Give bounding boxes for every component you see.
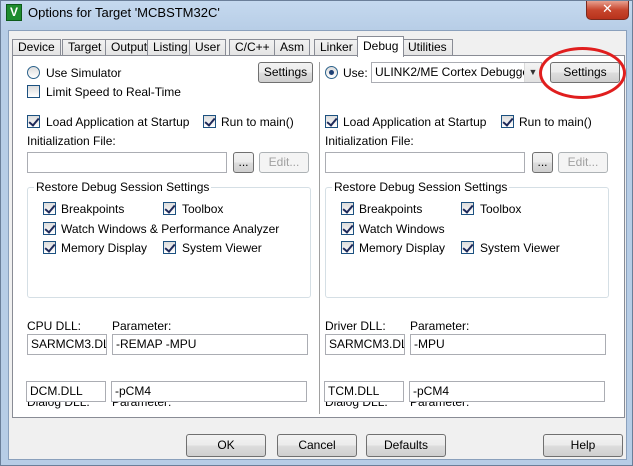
left-watch-label: Watch Windows & Performance Analyzer <box>61 222 280 236</box>
driver-dll-label: Driver DLL: <box>325 319 386 333</box>
column-divider <box>319 62 321 414</box>
chevron-down-icon[interactable]: ▼ <box>524 63 541 82</box>
right-dialog-param-input[interactable]: -pCM4 <box>409 381 605 402</box>
left-load-app-label: Load Application at Startup <box>46 115 190 129</box>
right-dialog-dll-input[interactable]: TCM.DLL <box>324 381 404 402</box>
left-load-app-checkbox[interactable] <box>27 115 40 128</box>
use-debugger-label: Use: <box>343 66 368 80</box>
tab-listing[interactable]: Listing <box>147 39 194 56</box>
left-dialog-dll-input[interactable]: DCM.DLL <box>26 381 106 402</box>
tab-output[interactable]: Output <box>105 39 154 56</box>
help-button[interactable]: Help <box>543 434 623 457</box>
cpu-param-label: Parameter: <box>112 319 172 333</box>
options-dialog: V Options for Target 'MCBSTM32C' ✕ Devic… <box>0 0 633 466</box>
use-text: Use: <box>343 66 368 80</box>
right-edit-button[interactable]: Edit... <box>558 152 608 173</box>
use-simulator-radio[interactable] <box>27 66 40 79</box>
left-memory-checkbox[interactable] <box>43 241 56 254</box>
left-toolbox-checkbox[interactable] <box>163 202 176 215</box>
right-toolbox-checkbox[interactable] <box>461 202 474 215</box>
dialog-client: Device Target Output Listing User C/C++ … <box>8 30 627 460</box>
left-system-viewer-checkbox[interactable] <box>163 241 176 254</box>
debugger-settings-button[interactable]: Settings <box>550 62 620 83</box>
left-breakpoints-label: Breakpoints <box>61 202 125 216</box>
tab-linker[interactable]: Linker <box>314 39 359 56</box>
right-init-file-input[interactable] <box>325 152 525 173</box>
right-system-viewer-checkbox[interactable] <box>461 241 474 254</box>
uvision-app-icon: V <box>6 4 22 21</box>
cpu-param-input[interactable]: -REMAP -MPU <box>112 334 308 355</box>
tab-device[interactable]: Device <box>12 39 61 56</box>
left-run-to-main-label: Run to main() <box>221 115 294 129</box>
tab-c-cpp[interactable]: C/C++ <box>229 39 276 56</box>
use-simulator-text: Use Simulator <box>46 66 122 80</box>
left-dialog-param-input[interactable]: -pCM4 <box>111 381 307 402</box>
right-system-viewer-label: System Viewer <box>480 241 560 255</box>
right-run-to-main-label: Run to main() <box>519 115 592 129</box>
left-init-file-input[interactable] <box>27 152 227 173</box>
right-init-file-label: Initialization File: <box>325 134 414 148</box>
right-watch-checkbox[interactable] <box>341 222 354 235</box>
right-run-to-main-checkbox[interactable] <box>501 115 514 128</box>
tab-target[interactable]: Target <box>62 39 108 56</box>
right-breakpoints-checkbox[interactable] <box>341 202 354 215</box>
close-button[interactable]: ✕ <box>586 1 629 20</box>
left-edit-button[interactable]: Edit... <box>259 152 309 173</box>
debug-tab-page: Use Simulator Settings Limit Speed to Re… <box>12 55 625 418</box>
ok-button[interactable]: OK <box>186 434 266 457</box>
tab-asm[interactable]: Asm <box>274 39 310 56</box>
right-toolbox-label: Toolbox <box>480 202 522 216</box>
right-memory-checkbox[interactable] <box>341 241 354 254</box>
tab-strip: Device Target Output Listing User C/C++ … <box>9 31 626 57</box>
tab-user[interactable]: User <box>189 39 227 56</box>
driver-dll-input[interactable]: SARMCM3.DLL <box>325 334 405 355</box>
limit-speed-label: Limit Speed to Real-Time <box>46 85 181 99</box>
use-simulator-label: Use Simulator <box>46 66 121 80</box>
right-load-app-checkbox[interactable] <box>325 115 338 128</box>
debugger-select[interactable]: ULINK2/ME Cortex Debugger ▼ <box>371 62 542 83</box>
tab-debug[interactable]: Debug <box>357 36 405 57</box>
left-memory-label: Memory Display <box>61 241 148 255</box>
cancel-button[interactable]: Cancel <box>277 434 357 457</box>
right-restore-group-title: Restore Debug Session Settings <box>332 180 510 194</box>
defaults-button[interactable]: Defaults <box>366 434 446 457</box>
left-watch-checkbox[interactable] <box>43 222 56 235</box>
right-breakpoints-label: Breakpoints <box>359 202 423 216</box>
tab-utilities[interactable]: Utilities <box>402 39 453 56</box>
title-bar[interactable]: V Options for Target 'MCBSTM32C' ✕ <box>1 1 632 25</box>
left-run-to-main-checkbox[interactable] <box>203 115 216 128</box>
left-toolbox-label: Toolbox <box>182 202 224 216</box>
window-title: Options for Target 'MCBSTM32C' <box>28 5 220 20</box>
right-load-app-label: Load Application at Startup <box>343 115 487 129</box>
left-init-file-label: Initialization File: <box>27 134 116 148</box>
left-system-viewer-label: System Viewer <box>182 241 262 255</box>
left-browse-button[interactable]: ... <box>233 152 254 173</box>
use-debugger-radio[interactable] <box>325 66 338 79</box>
cpu-dll-label: CPU DLL: <box>27 319 82 333</box>
driver-param-input[interactable]: -MPU <box>410 334 606 355</box>
cpu-dll-input[interactable]: SARMCM3.DLL <box>27 334 107 355</box>
left-restore-group-title: Restore Debug Session Settings <box>34 180 212 194</box>
simulator-settings-button[interactable]: Settings <box>258 62 313 83</box>
right-watch-label: Watch Windows <box>359 222 445 236</box>
right-memory-label: Memory Display <box>359 241 446 255</box>
left-breakpoints-checkbox[interactable] <box>43 202 56 215</box>
driver-param-label: Parameter: <box>410 319 470 333</box>
limit-speed-checkbox[interactable] <box>27 85 40 98</box>
debugger-select-value: ULINK2/ME Cortex Debugger <box>375 65 534 79</box>
right-browse-button[interactable]: ... <box>532 152 553 173</box>
